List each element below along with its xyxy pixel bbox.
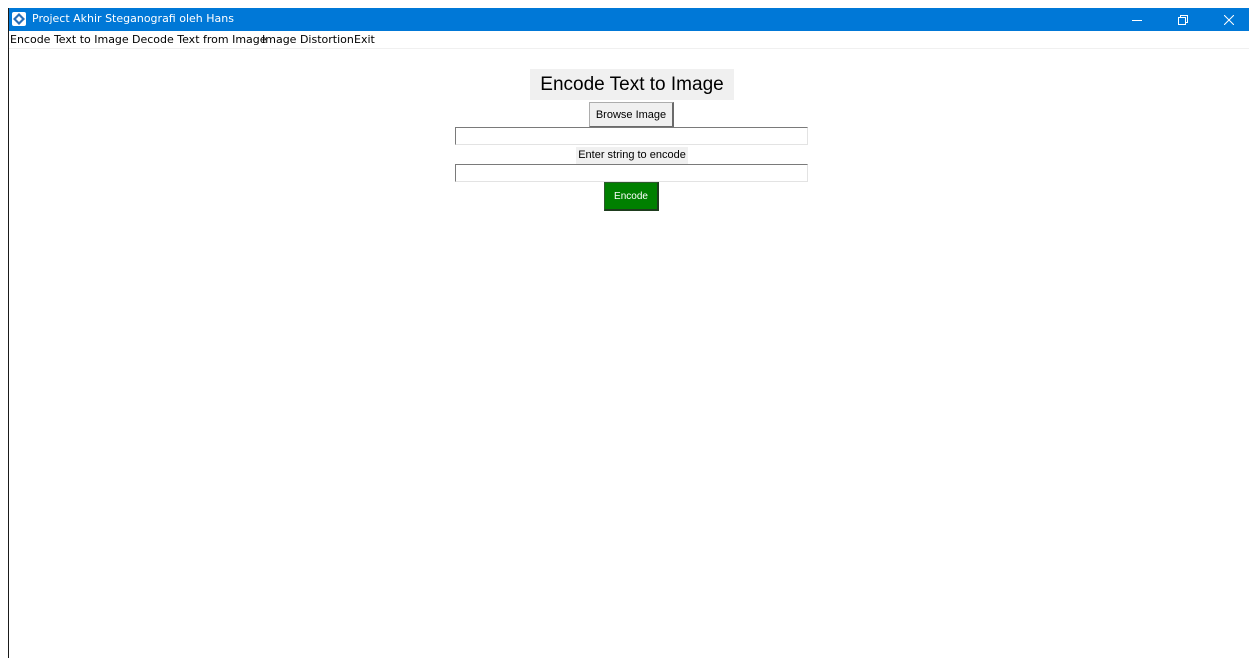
app-window: Project Akhir Steganografi oleh Hans Enc… [8,8,1249,658]
app-icon [12,12,26,26]
menu-exit[interactable]: Exit [354,33,375,46]
restore-icon [1178,10,1188,29]
close-icon [1223,10,1235,29]
menu-bar: Encode Text to Image Decode Text from Im… [9,31,1249,49]
title-bar[interactable]: Project Akhir Steganografi oleh Hans [9,8,1249,31]
restore-button[interactable] [1160,8,1206,31]
page-title: Encode Text to Image [530,69,734,100]
close-button[interactable] [1206,8,1249,31]
window-title: Project Akhir Steganografi oleh Hans [32,12,234,25]
string-to-encode-input[interactable] [455,164,808,182]
menu-encode-text-to-image[interactable]: Encode Text to Image [10,33,129,46]
string-to-encode-label: Enter string to encode [576,147,688,164]
menu-image-distortion[interactable]: Image Distortion [262,33,354,46]
browse-image-button[interactable]: Browse Image [589,102,674,128]
encode-button[interactable]: Encode [604,182,659,211]
image-path-field[interactable] [455,127,808,145]
menu-decode-text-from-image[interactable]: Decode Text from Image [132,33,267,46]
minimize-button[interactable] [1114,8,1160,31]
minimize-icon [1132,10,1142,29]
